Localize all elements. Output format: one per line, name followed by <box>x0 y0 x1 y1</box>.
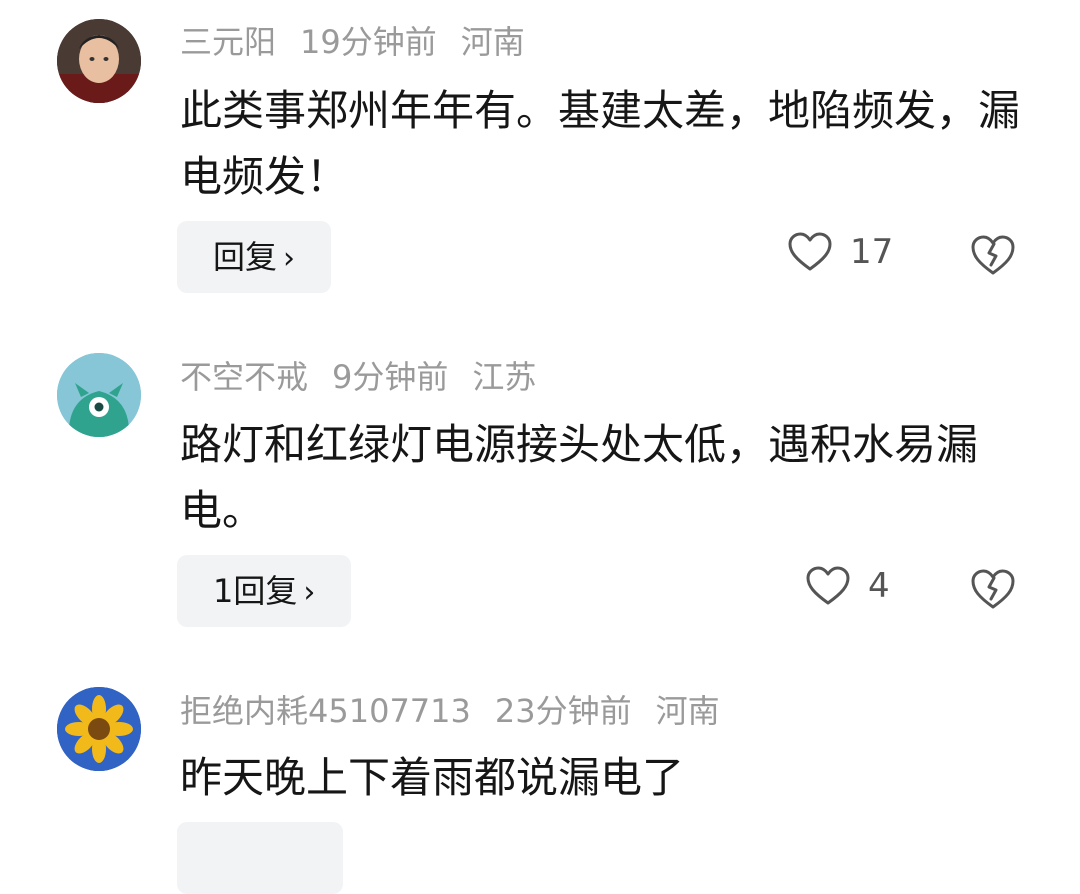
timestamp: 9分钟前 <box>332 358 449 396</box>
teal-monster-avatar-icon <box>57 353 141 437</box>
username[interactable]: 不空不戒 <box>180 358 308 396</box>
location: 江苏 <box>472 358 537 396</box>
heart-outline-icon <box>806 566 850 605</box>
like-count: 4 <box>868 566 890 606</box>
comment-meta: 拒绝内耗45107713 23分钟前 河南 <box>180 691 744 731</box>
sunflower-avatar-icon <box>57 687 141 771</box>
timestamp: 19分钟前 <box>300 23 437 61</box>
username[interactable]: 三元阳 <box>180 23 276 61</box>
like-button[interactable]: 17 <box>788 232 893 272</box>
chevron-right-icon: › <box>283 241 296 276</box>
like-count: 17 <box>850 232 894 272</box>
user-photo-avatar-icon <box>57 19 141 103</box>
dislike-button[interactable] <box>970 234 1016 280</box>
comment-meta: 不空不戒 9分钟前 江苏 <box>180 357 560 397</box>
comment-text: 路灯和红绿灯电源接头处太低，遇积水易漏电。 <box>180 420 979 535</box>
comment-item: 三元阳 19分钟前 河南 此类事郑州年年有。基建太差，地陷频发，漏电频发！ 回复 › … <box>0 0 1080 330</box>
comment-item: 拒绝内耗45107713 23分钟前 河南 昨天晚上下着雨都说漏电了 <box>0 665 1080 894</box>
heart-outline-icon <box>788 232 832 271</box>
avatar[interactable] <box>57 19 141 103</box>
reply-label: 1回复 <box>213 572 298 610</box>
comment-text: 此类事郑州年年有。基建太差，地陷频发，漏电频发！ <box>180 86 1021 201</box>
comment-item: 不空不戒 9分钟前 江苏 路灯和红绿灯电源接头处太低，遇积水易漏电。 1回复 › 4 <box>0 330 1080 665</box>
timestamp: 23分钟前 <box>494 692 632 730</box>
username[interactable]: 拒绝内耗45107713 <box>180 692 471 730</box>
reply-button[interactable]: 回复 › <box>177 221 332 293</box>
reply-button[interactable]: 1回复 › <box>177 555 352 627</box>
avatar[interactable] <box>57 353 141 437</box>
chevron-right-icon: › <box>303 575 316 610</box>
location: 河南 <box>655 692 720 730</box>
like-button[interactable]: 4 <box>806 566 890 606</box>
broken-heart-icon <box>971 235 1015 275</box>
reply-button[interactable] <box>177 822 343 894</box>
broken-heart-icon <box>971 569 1015 609</box>
location: 河南 <box>460 23 525 61</box>
avatar[interactable] <box>57 687 141 771</box>
comment-text: 昨天晚上下着雨都说漏电了 <box>180 753 685 802</box>
dislike-button[interactable] <box>970 568 1016 614</box>
comment-meta: 三元阳 19分钟前 河南 <box>180 22 549 62</box>
reply-label: 回复 <box>213 238 278 276</box>
